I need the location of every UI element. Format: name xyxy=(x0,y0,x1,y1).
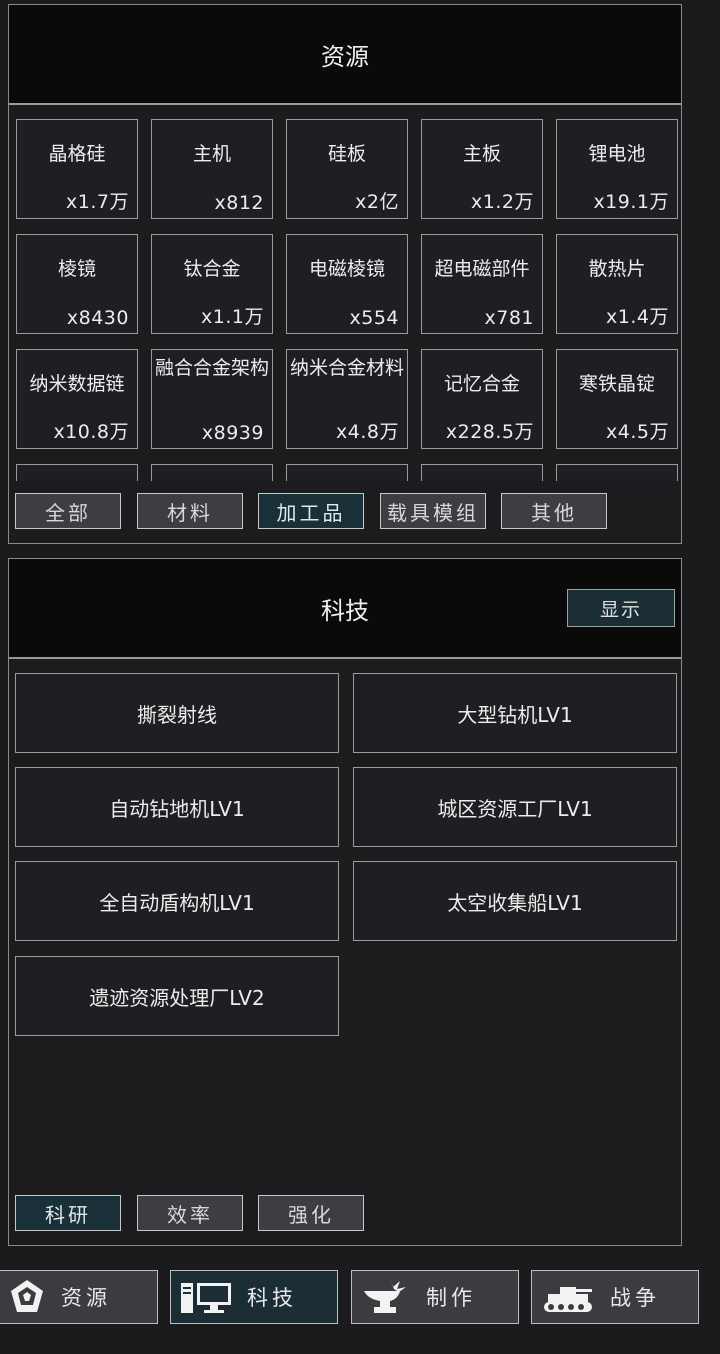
resource-name: 寒铁晶锭 xyxy=(578,373,655,395)
resource-item[interactable]: 晶格硅 x1.7万 xyxy=(16,119,138,219)
tech-header: 科技 显示 xyxy=(9,559,681,659)
tech-tabs: 科研 效率 强化 xyxy=(9,1193,681,1233)
resource-count: x10.8万 xyxy=(53,421,129,443)
tab-materials[interactable]: 材料 xyxy=(137,493,243,529)
resource-name: 主机 xyxy=(192,143,231,165)
show-button[interactable]: 显示 xyxy=(567,589,675,627)
resource-item-partial[interactable] xyxy=(421,464,543,481)
resource-item-partial[interactable] xyxy=(286,464,408,481)
resource-item[interactable]: 主机 x812 xyxy=(151,119,273,219)
resource-count: x1.1万 xyxy=(201,306,264,328)
resource-item-partial[interactable] xyxy=(151,464,273,481)
resource-tabs: 全部 材料 加工品 载具模组 其他 xyxy=(9,493,681,533)
tab-vehicle-modules[interactable]: 载具模组 xyxy=(380,493,486,529)
resource-item[interactable]: 锂电池 x19.1万 xyxy=(556,119,678,219)
tab-processed[interactable]: 加工品 xyxy=(258,493,364,529)
tech-item[interactable]: 城区资源工厂LV1 xyxy=(353,767,677,847)
tech-panel: 科技 显示 撕裂射线 大型钻机LV1 自动钻地机LV1 城区资源工厂LV1 全自… xyxy=(8,558,682,1246)
resource-count: x4.8万 xyxy=(336,421,399,443)
resource-item[interactable]: 纳米数据链 x10.8万 xyxy=(16,349,138,449)
resource-name: 电磁棱镜 xyxy=(308,258,385,280)
resource-grid[interactable]: 晶格硅 x1.7万 主机 x812 硅板 x2亿 主板 x1.2万 锂电池 x1… xyxy=(9,105,681,481)
tech-item[interactable]: 太空收集船LV1 xyxy=(353,861,677,941)
computer-icon xyxy=(181,1283,231,1313)
resource-count: x812 xyxy=(214,192,264,214)
resource-count: x781 xyxy=(484,307,534,329)
tab-enhance[interactable]: 强化 xyxy=(258,1195,364,1231)
tech-item[interactable]: 撕裂射线 xyxy=(15,673,339,753)
resource-item[interactable]: 电磁棱镜 x554 xyxy=(286,234,408,334)
resource-name: 棱镜 xyxy=(57,258,96,280)
tech-title: 科技 xyxy=(321,596,369,625)
resource-item-partial[interactable] xyxy=(16,464,138,481)
resource-count: x228.5万 xyxy=(445,421,534,443)
resource-item[interactable]: 硅板 x2亿 xyxy=(286,119,408,219)
resource-item[interactable]: 融合合金架构 x8939 xyxy=(151,349,273,449)
resource-count: x1.4万 xyxy=(606,306,669,328)
resource-name: 锂电池 xyxy=(588,143,646,165)
nav-label: 科技 xyxy=(247,1286,297,1310)
tank-icon xyxy=(544,1287,592,1312)
nav-label: 资源 xyxy=(61,1286,111,1310)
resource-count: x1.7万 xyxy=(66,191,129,213)
resource-name: 散热片 xyxy=(588,258,646,280)
resource-name: 记忆合金 xyxy=(443,373,520,395)
tech-item[interactable]: 自动钻地机LV1 xyxy=(15,767,339,847)
tab-efficiency[interactable]: 效率 xyxy=(137,1195,243,1231)
tech-item[interactable]: 遗迹资源处理厂LV2 xyxy=(15,956,339,1036)
resource-item[interactable]: 钛合金 x1.1万 xyxy=(151,234,273,334)
resource-item[interactable]: 寒铁晶锭 x4.5万 xyxy=(556,349,678,449)
resource-item[interactable]: 散热片 x1.4万 xyxy=(556,234,678,334)
resource-name: 晶格硅 xyxy=(48,143,106,165)
resource-item-partial[interactable] xyxy=(556,464,678,481)
tab-all[interactable]: 全部 xyxy=(15,493,121,529)
resource-item[interactable]: 超电磁部件 x781 xyxy=(421,234,543,334)
resource-count: x8939 xyxy=(201,422,264,444)
nav-craft[interactable]: 制作 xyxy=(351,1270,519,1324)
resource-count: x554 xyxy=(349,307,399,329)
resource-count: x19.1万 xyxy=(593,191,669,213)
anvil-icon xyxy=(364,1279,406,1313)
resource-item[interactable]: 棱镜 x8430 xyxy=(16,234,138,334)
resources-title: 资源 xyxy=(321,42,369,71)
resource-count: x2亿 xyxy=(355,191,399,213)
resource-name: 主板 xyxy=(462,143,501,165)
resources-panel: 资源 晶格硅 x1.7万 主机 x812 硅板 x2亿 主板 x1.2万 锂电池… xyxy=(8,4,682,544)
nav-label: 战争 xyxy=(610,1286,660,1310)
resource-name: 纳米合金材料 xyxy=(289,357,404,379)
nav-resources[interactable]: 资源 xyxy=(0,1270,158,1324)
tab-research[interactable]: 科研 xyxy=(15,1195,121,1231)
tech-item[interactable]: 大型钻机LV1 xyxy=(353,673,677,753)
resource-item[interactable]: 主板 x1.2万 xyxy=(421,119,543,219)
resource-item[interactable]: 记忆合金 x228.5万 xyxy=(421,349,543,449)
resource-count: x4.5万 xyxy=(606,421,669,443)
resource-count: x8430 xyxy=(66,307,129,329)
resources-header: 资源 xyxy=(9,5,681,105)
resource-name: 纳米数据链 xyxy=(29,373,125,395)
gem-icon xyxy=(11,1280,43,1312)
resource-name: 钛合金 xyxy=(183,258,241,280)
nav-tech[interactable]: 科技 xyxy=(170,1270,338,1324)
tech-item[interactable]: 全自动盾构机LV1 xyxy=(15,861,339,941)
resource-name: 融合合金架构 xyxy=(154,357,269,379)
resource-name: 超电磁部件 xyxy=(434,258,530,280)
nav-war[interactable]: 战争 xyxy=(531,1270,699,1324)
resource-name: 硅板 xyxy=(327,143,366,165)
resource-item[interactable]: 纳米合金材料 x4.8万 xyxy=(286,349,408,449)
nav-label: 制作 xyxy=(426,1286,476,1310)
resource-count: x1.2万 xyxy=(471,191,534,213)
tab-other[interactable]: 其他 xyxy=(501,493,607,529)
